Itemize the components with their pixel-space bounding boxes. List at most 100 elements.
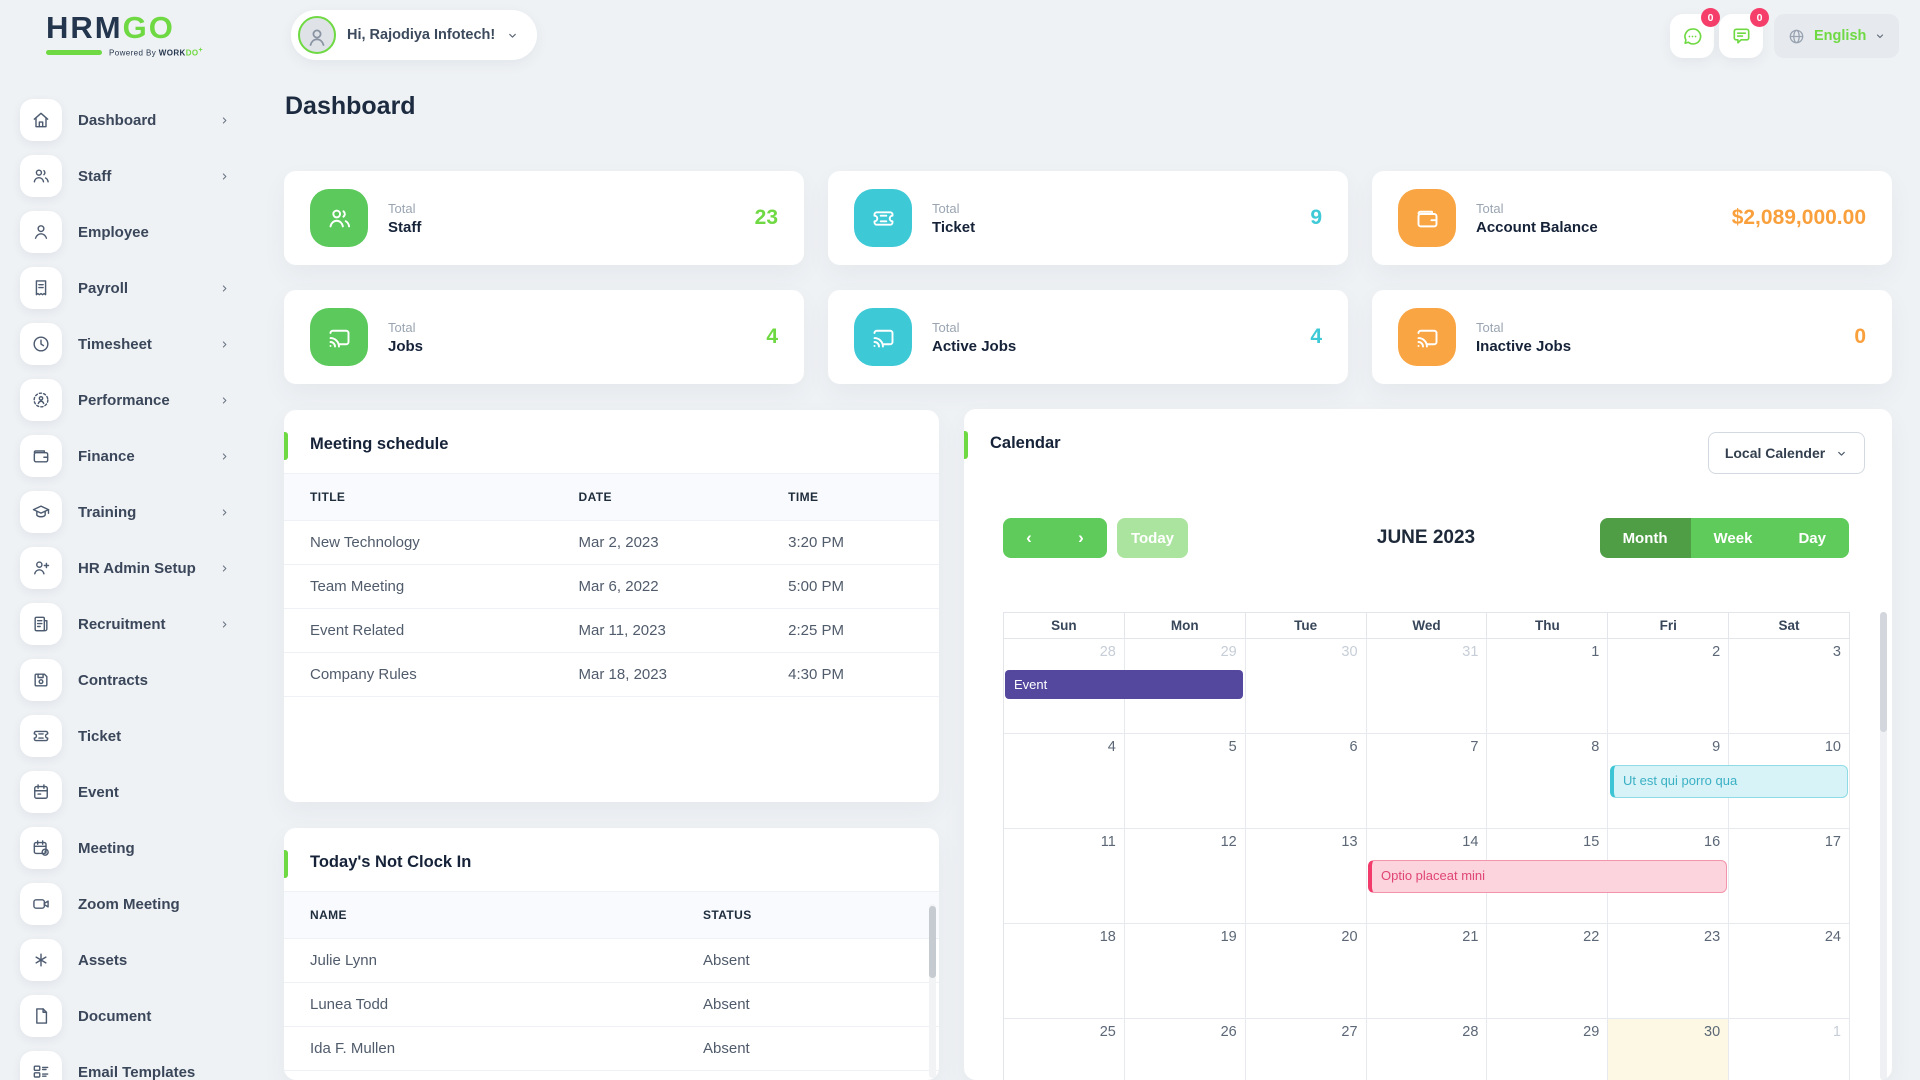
scrollbar-thumb[interactable] [1880,612,1887,732]
calendar-week-button[interactable]: Week [1691,518,1776,558]
sidebar-item-recruitment[interactable]: Recruitment [0,596,258,652]
calendar-scrollbar[interactable] [1880,612,1887,1080]
calendar-day-cell[interactable]: 30 [1246,639,1367,734]
language-select[interactable]: English [1774,14,1899,58]
avatar [298,16,336,54]
sidebar-item-finance[interactable]: Finance [0,428,258,484]
calendar-day-cell[interactable]: 8 [1487,734,1608,829]
sidebar-item-document[interactable]: Document [0,988,258,1044]
not-clock-in-table: NAME STATUS Julie LynnAbsentLunea ToddAb… [284,891,939,1071]
table-cell: 2:25 PM [762,609,939,653]
column-header: NAME [284,892,677,939]
calendar-day-cell[interactable]: 27 [1246,1019,1367,1080]
sidebar-item-label: Document [78,1008,151,1025]
table-cell: Mar 11, 2023 [553,609,763,653]
calendar-month-button[interactable]: Month [1600,518,1691,558]
calendar-day-cell[interactable]: 3 [1729,639,1850,734]
calendar-day-cell[interactable]: 25 [1004,1019,1125,1080]
calendar-day-cell[interactable]: 19 [1125,924,1246,1019]
calendar-day-cell[interactable]: 4 [1004,734,1125,829]
table-cell: Event Related [284,609,553,653]
calendar-day-cell[interactable]: 2 [1608,639,1729,734]
column-header: TIME [762,474,939,521]
sidebar-item-meeting[interactable]: Meeting [0,820,258,876]
calendar-day-button[interactable]: Day [1775,518,1849,558]
calendar-day-cell[interactable]: 21 [1367,924,1488,1019]
cap-icon [20,491,62,533]
calendar-day-cell[interactable]: 11 [1004,829,1125,924]
calendar-day-cell[interactable]: 1 [1729,1019,1850,1080]
table-cell: Mar 6, 2022 [553,565,763,609]
sidebar-item-contracts[interactable]: Contracts [0,652,258,708]
calendar-day-cell[interactable]: 23 [1608,924,1729,1019]
cast-icon [854,308,912,366]
calendar-day-cell[interactable]: 28 [1367,1019,1488,1080]
greeting-text: Hi, Rajodiya Infotech! [347,27,495,43]
sidebar-item-label: Payroll [78,280,128,297]
cast-icon [1398,308,1456,366]
calendar-day-cell[interactable]: 31 [1367,639,1488,734]
scroll-icon [20,603,62,645]
calendar-day-cell[interactable]: 18 [1004,924,1125,1019]
calendar-event[interactable]: Optio placeat mini [1368,860,1727,893]
sidebar-item-performance[interactable]: Performance [0,372,258,428]
chevron-down-icon [1874,30,1886,42]
stat-prefix: Total [388,201,421,216]
calendar-day-cell[interactable]: 29 [1487,1019,1608,1080]
stat-name: Ticket [932,219,975,236]
file-icon [20,995,62,1037]
chat-button[interactable]: 0 [1670,14,1714,58]
sidebar-item-hr-admin-setup[interactable]: HR Admin Setup [0,540,258,596]
sidebar-item-zoom-meeting[interactable]: Zoom Meeting [0,876,258,932]
sidebar-item-email-templates[interactable]: Email Templates [0,1044,258,1080]
stat-prefix: Total [932,320,1016,335]
chevron-right-icon [219,339,230,350]
calendar-day-cell[interactable]: 6 [1246,734,1367,829]
stat-prefix: Total [1476,201,1598,216]
not-clock-in-table-body: Julie LynnAbsentLunea ToddAbsentIda F. M… [284,939,939,1071]
calendar-day-cell[interactable]: 24 [1729,924,1850,1019]
chevron-right-icon [219,395,230,406]
users-icon [310,189,368,247]
sidebar-item-label: Timesheet [78,336,152,353]
sidebar-item-ticket[interactable]: Ticket [0,708,258,764]
scrollbar-thumb[interactable] [929,906,936,978]
accent-bar [284,850,288,878]
calendar-day-cell[interactable]: 17 [1729,829,1850,924]
sidebar-item-employee[interactable]: Employee [0,204,258,260]
sidebar-item-label: Ticket [78,728,121,745]
sidebar-item-event[interactable]: Event [0,764,258,820]
stat-card-active-jobs: Total Active Jobs 4 [828,290,1348,384]
calendar-day-cell[interactable]: 5 [1125,734,1246,829]
sidebar-item-dashboard[interactable]: Dashboard [0,92,258,148]
messages-button[interactable]: 0 [1719,14,1763,58]
calendar-day-cell[interactable]: 12 [1125,829,1246,924]
sidebar-item-timesheet[interactable]: Timesheet [0,316,258,372]
sidebar-item-payroll[interactable]: Payroll [0,260,258,316]
scrollbar[interactable] [929,904,936,1078]
calendar-day-cell[interactable]: 20 [1246,924,1367,1019]
calendar-event[interactable]: Event [1005,670,1243,699]
column-header: STATUS [677,892,939,939]
app-logo[interactable]: HRMGO Powered By WORKDO+ [46,12,203,58]
stat-value: 4 [1310,325,1322,349]
table-row: New TechnologyMar 2, 20233:20 PM [284,521,939,565]
calendar-day-header: Mon [1125,613,1246,639]
sidebar-item-staff[interactable]: Staff [0,148,258,204]
calendar-day-cell[interactable]: 7 [1367,734,1488,829]
calendar-day-cell[interactable]: 1 [1487,639,1608,734]
chat-badge: 0 [1701,8,1720,27]
meeting-table-body: New TechnologyMar 2, 20233:20 PMTeam Mee… [284,521,939,697]
calendar-event[interactable]: Ut est qui porro qua [1610,765,1848,798]
user-menu[interactable]: Hi, Rajodiya Infotech! [291,10,537,60]
meeting-schedule-card: Meeting schedule TITLE DATE TIME New Tec… [284,410,939,802]
user-icon [20,211,62,253]
calendar-day-cell[interactable]: 30 [1608,1019,1729,1080]
calendar-source-select[interactable]: Local Calender [1708,432,1865,474]
calendar-day-cell[interactable]: 13 [1246,829,1367,924]
sidebar-item-training[interactable]: Training [0,484,258,540]
calendar-day-cell[interactable]: 26 [1125,1019,1246,1080]
globe-icon [1787,27,1806,46]
sidebar-item-assets[interactable]: Assets [0,932,258,988]
calendar-day-cell[interactable]: 22 [1487,924,1608,1019]
